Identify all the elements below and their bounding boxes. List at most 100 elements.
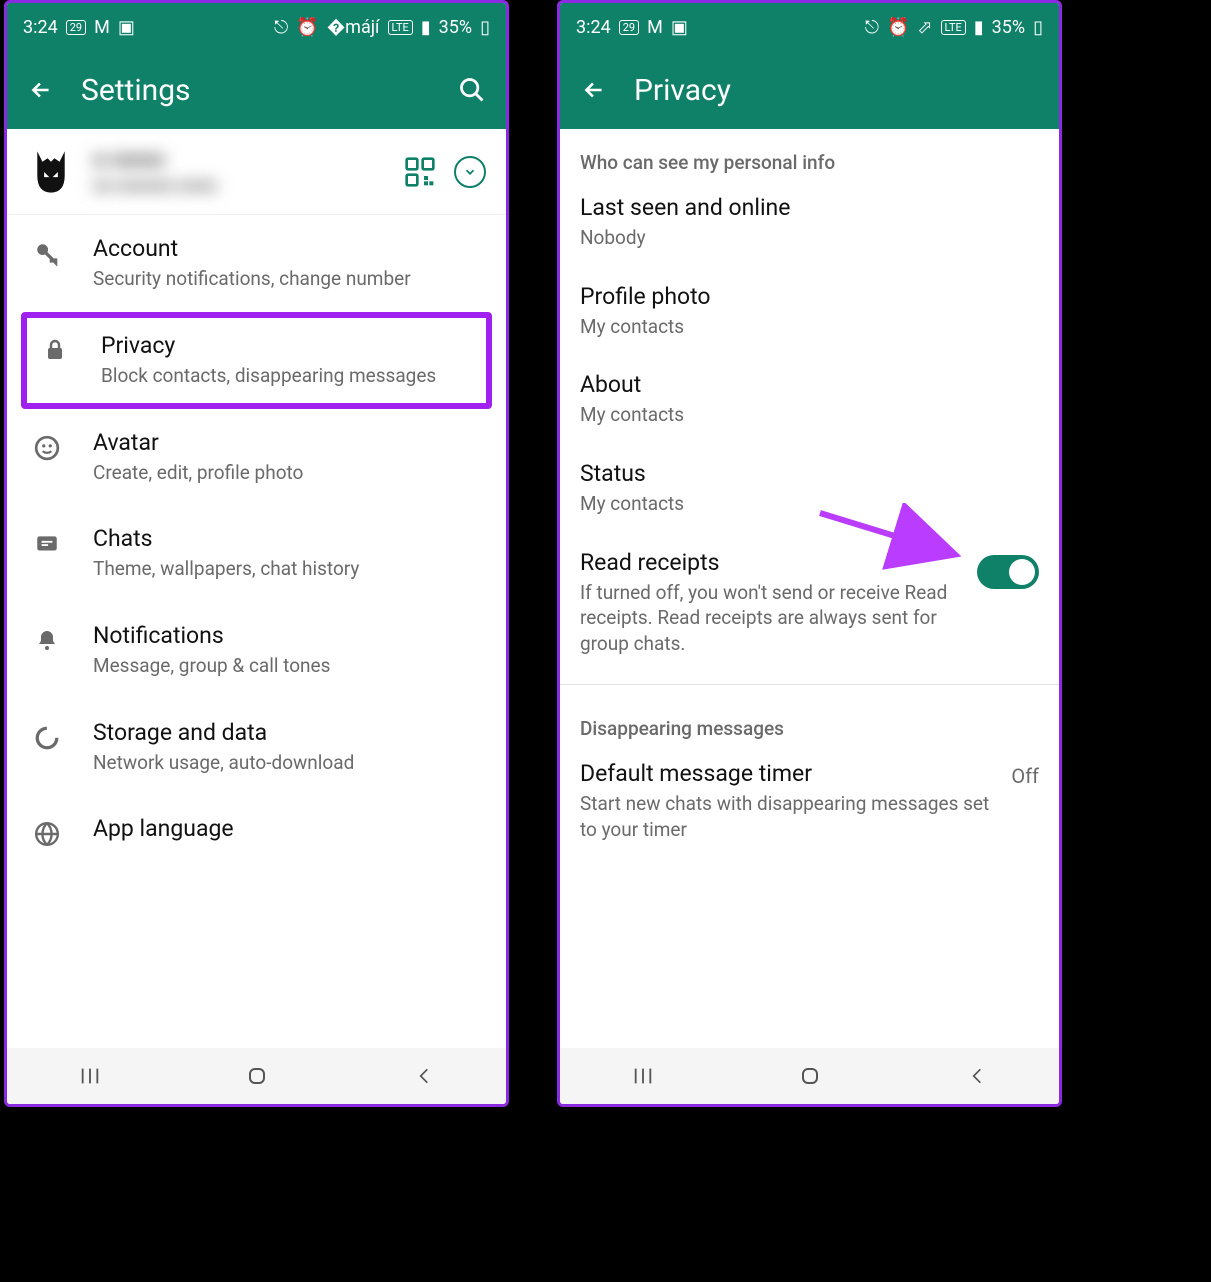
qr-code-button[interactable]: [404, 156, 436, 188]
avatar-icon: [27, 429, 67, 461]
phone-settings: 3:24 29 M ▣ ⎋ ⏰ �májí LTE ▮ 35% ▯ Settin…: [4, 0, 509, 1107]
privacy-content: Who can see my personal info Last seen a…: [560, 129, 1059, 1048]
privacy-item-about[interactable]: About My contacts: [560, 357, 1059, 446]
privacy-item-read-receipts[interactable]: Read receipts If turned off, you won't s…: [560, 535, 1059, 675]
item-title: Avatar: [93, 429, 486, 456]
settings-content: ■ ■■■■ ■■ ■■■■■■ ■■■■ Account Security n…: [7, 129, 506, 1048]
settings-item-language[interactable]: App language: [7, 795, 506, 851]
nav-recents[interactable]: [632, 1065, 654, 1087]
read-receipts-toggle[interactable]: [977, 555, 1039, 589]
item-title: Storage and data: [93, 719, 486, 746]
phone-privacy: 3:24 29 M ▣ ⎋ ⏰ ⬀ LTE ▮ 35% ▯ Privacy Wh…: [557, 0, 1062, 1107]
battery-save-icon: ⎋: [865, 17, 879, 38]
settings-item-chats[interactable]: Chats Theme, wallpapers, chat history: [7, 505, 506, 602]
appbar-privacy: Privacy: [560, 51, 1059, 129]
item-title: Default message timer: [580, 760, 995, 787]
appbar-title: Privacy: [634, 73, 1045, 108]
toggle-knob: [1009, 559, 1035, 585]
profile-text: ■ ■■■■ ■■ ■■■■■■ ■■■■: [93, 147, 386, 196]
signal-icon: ▮: [421, 17, 431, 38]
status-time: 3:24: [23, 17, 58, 38]
battery-save-icon: ⎋: [274, 17, 288, 38]
item-title: App language: [93, 815, 486, 842]
globe-icon: [27, 815, 67, 847]
item-subtitle: Message, group & call tones: [93, 653, 486, 679]
data-usage-icon: [27, 719, 67, 751]
status-date-badge: 29: [66, 20, 86, 35]
item-subtitle: My contacts: [580, 402, 1039, 428]
nav-bar: [7, 1048, 506, 1104]
default-timer-value: Off: [1011, 760, 1039, 788]
item-subtitle: Create, edit, profile photo: [93, 460, 486, 486]
item-subtitle: If turned off, you won't send or receive…: [580, 580, 961, 657]
nav-back[interactable]: [967, 1066, 987, 1086]
gmail-icon: M: [94, 17, 110, 38]
battery-percent: 35%: [992, 17, 1025, 38]
item-subtitle: Block contacts, disappearing messages: [101, 363, 478, 389]
chat-icon: [27, 525, 67, 557]
item-title: Profile photo: [580, 283, 1039, 310]
alarm-icon: ⏰: [887, 17, 909, 38]
item-subtitle: Security notifications, change number: [93, 266, 486, 292]
wifi-icon: �májí: [327, 17, 380, 38]
gmail-icon: M: [647, 17, 663, 38]
item-subtitle: Theme, wallpapers, chat history: [93, 556, 486, 582]
profile-name: ■ ■■■■: [93, 147, 386, 176]
privacy-item-profile-photo[interactable]: Profile photo My contacts: [560, 269, 1059, 358]
privacy-item-last-seen[interactable]: Last seen and online Nobody: [560, 180, 1059, 269]
item-title: Notifications: [93, 622, 486, 649]
alarm-icon: ⏰: [296, 17, 318, 38]
settings-item-avatar[interactable]: Avatar Create, edit, profile photo: [7, 409, 506, 506]
lte-icon: LTE: [388, 20, 413, 35]
item-title: Privacy: [101, 332, 478, 359]
battery-percent: 35%: [439, 17, 472, 38]
battery-icon: ▯: [480, 17, 490, 38]
lte-icon: LTE: [941, 20, 966, 35]
item-subtitle: Start new chats with disappearing messag…: [580, 791, 995, 842]
profile-sub: ■■ ■■■■■■ ■■■■: [93, 176, 386, 197]
section-disappearing: Disappearing messages: [560, 695, 1059, 746]
item-title: Account: [93, 235, 486, 262]
nav-home[interactable]: [245, 1064, 269, 1088]
signal-icon: ▮: [974, 17, 984, 38]
appbar-title: Settings: [81, 73, 432, 108]
avatar: [27, 148, 75, 196]
battery-icon: ▯: [1033, 17, 1043, 38]
back-button[interactable]: [21, 70, 61, 110]
item-subtitle: Nobody: [580, 225, 1039, 251]
settings-item-notifications[interactable]: Notifications Message, group & call tone…: [7, 602, 506, 699]
nav-bar: [560, 1048, 1059, 1104]
item-title: About: [580, 371, 1039, 398]
nav-back[interactable]: [414, 1066, 434, 1086]
settings-item-storage[interactable]: Storage and data Network usage, auto-dow…: [7, 699, 506, 796]
status-bar: 3:24 29 M ▣ ⎋ ⏰ �májí LTE ▮ 35% ▯: [7, 3, 506, 51]
item-subtitle: Network usage, auto-download: [93, 750, 486, 776]
back-button[interactable]: [574, 70, 614, 110]
settings-item-privacy[interactable]: Privacy Block contacts, disappearing mes…: [21, 312, 492, 409]
expand-button[interactable]: [454, 156, 486, 188]
item-title: Read receipts: [580, 549, 961, 576]
wifi-icon: ⬀: [917, 17, 932, 38]
lock-icon: [35, 332, 75, 362]
image-icon: ▣: [671, 17, 688, 38]
bell-icon: [27, 622, 67, 652]
search-button[interactable]: [452, 70, 492, 110]
privacy-item-status[interactable]: Status My contacts: [560, 446, 1059, 535]
nav-home[interactable]: [798, 1064, 822, 1088]
status-bar: 3:24 29 M ▣ ⎋ ⏰ ⬀ LTE ▮ 35% ▯: [560, 3, 1059, 51]
profile-row[interactable]: ■ ■■■■ ■■ ■■■■■■ ■■■■: [7, 129, 506, 215]
nav-recents[interactable]: [79, 1065, 101, 1087]
item-title: Status: [580, 460, 1039, 487]
image-icon: ▣: [118, 17, 135, 38]
item-title: Chats: [93, 525, 486, 552]
privacy-item-default-timer[interactable]: Default message timer Start new chats wi…: [560, 746, 1059, 860]
key-icon: [27, 235, 67, 267]
item-subtitle: My contacts: [580, 314, 1039, 340]
divider: [560, 684, 1059, 685]
settings-item-account[interactable]: Account Security notifications, change n…: [7, 215, 506, 312]
status-time: 3:24: [576, 17, 611, 38]
status-date-badge: 29: [619, 20, 639, 35]
item-subtitle: My contacts: [580, 491, 1039, 517]
section-personal-info: Who can see my personal info: [560, 129, 1059, 180]
appbar-settings: Settings: [7, 51, 506, 129]
